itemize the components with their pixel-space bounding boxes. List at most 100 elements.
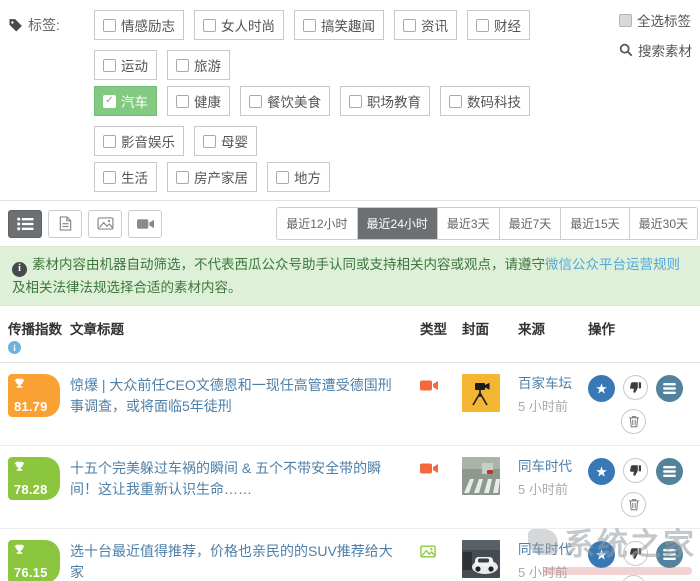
tag-label: 房产家居: [194, 171, 248, 186]
tag-button[interactable]: 财经: [467, 10, 530, 40]
source-link[interactable]: 同车时代: [518, 541, 584, 559]
checkbox-icon: [249, 94, 262, 108]
tag-button[interactable]: 地方: [267, 162, 330, 192]
video-type-icon: [420, 379, 438, 396]
spread-index-value: 81.79: [14, 399, 48, 415]
tag-label: 搞笑趣闻: [321, 19, 375, 34]
delete-button[interactable]: [621, 409, 646, 435]
checkbox-icon: [476, 18, 489, 32]
cover-thumbnail[interactable]: [462, 540, 518, 579]
detail-button[interactable]: [656, 458, 683, 486]
source-link[interactable]: 百家车坛: [518, 375, 584, 393]
checkbox-icon: [103, 170, 116, 184]
tag-button[interactable]: 运动: [94, 50, 157, 80]
time-filter-button[interactable]: 最近30天: [628, 208, 697, 239]
dislike-button[interactable]: [623, 458, 648, 484]
tag-button[interactable]: 旅游: [167, 50, 230, 80]
table-header: 传播指数 i 文章标题 类型 封面 来源 操作: [0, 306, 700, 364]
spread-index-info-icon[interactable]: i: [8, 341, 21, 355]
select-all-label: 全选标签: [637, 14, 691, 29]
spread-index-cell: 76.15: [8, 540, 70, 581]
spread-index-cell: 78.28: [8, 457, 70, 501]
article-view-button[interactable]: [48, 209, 82, 238]
view-mode-group: [8, 209, 162, 238]
tag-button[interactable]: 生活: [94, 162, 157, 192]
tag-button[interactable]: 情感励志: [94, 10, 184, 40]
delete-button[interactable]: [621, 575, 646, 581]
favorite-button[interactable]: ★: [588, 375, 615, 403]
video-type-icon: [420, 462, 438, 479]
checkbox-icon: [103, 134, 116, 148]
article-title-link[interactable]: 选十台最近值得推荐，价格也亲民的的SUV推荐给大家: [70, 543, 393, 580]
checkbox-icon: [303, 18, 316, 32]
row-actions: ★: [588, 374, 688, 435]
tags-label-text: 标签:: [28, 17, 60, 33]
detail-button[interactable]: [656, 375, 683, 403]
image-view-button[interactable]: [88, 209, 122, 238]
source-link[interactable]: 同车时代: [518, 458, 584, 476]
tag-label: 数码科技: [467, 95, 521, 110]
header-action: 操作: [588, 322, 615, 338]
platform-rules-link[interactable]: 微信公众平台运营规则: [545, 257, 680, 272]
material-library-page: 标签: 情感励志 女人时尚 搞笑趣闻 资讯 财经运动 旅游 ✓ 汽车 健康 餐饮美食 职场教育 数码科…: [0, 0, 700, 581]
detail-button[interactable]: [656, 541, 683, 569]
tag-label: 情感励志: [121, 19, 175, 34]
list-view-button[interactable]: [8, 209, 42, 238]
tag-button[interactable]: 母婴: [194, 126, 257, 156]
tag-label: 职场教育: [367, 95, 421, 110]
checkbox-icon: [203, 134, 216, 148]
tags-filter-panel: 标签: 情感励志 女人时尚 搞笑趣闻 资讯 财经运动 旅游 ✓ 汽车 健康 餐饮美食 职场教育 数码科…: [0, 0, 700, 201]
video-view-button[interactable]: [128, 209, 162, 238]
checkbox-icon: [619, 13, 632, 27]
checkbox-icon: [176, 58, 189, 72]
spread-index-badge: 78.28: [8, 457, 60, 501]
table-row: 81.79 惊爆 | 大众前任CEO文德恩和一现任高管遭受德国刑事调查，或将面临5…: [0, 363, 700, 447]
row-actions: ★: [588, 457, 688, 518]
tag-label: 地方: [294, 171, 321, 186]
publish-time: 5 小时前: [518, 482, 568, 498]
header-spread-index: 传播指数 i: [8, 322, 62, 355]
favorite-button[interactable]: ★: [588, 541, 615, 569]
cover-thumbnail[interactable]: [462, 374, 518, 413]
tag-label: 汽车: [121, 95, 148, 110]
checkbox-icon: [176, 170, 189, 184]
header-type: 类型: [420, 322, 447, 338]
article-title-link[interactable]: 惊爆 | 大众前任CEO文德恩和一现任高管遭受德国刑事调查，或将面临5年徒刑: [70, 377, 392, 414]
info-icon: i: [12, 261, 27, 277]
time-filter-button[interactable]: 最近24小时: [356, 208, 437, 239]
time-filter-button[interactable]: 最近12小时: [277, 208, 357, 239]
notice-text-before: 素材内容由机器自动筛选，不代表西瓜公众号助手认同或支持相关内容或观点，请遵守: [32, 257, 545, 272]
tag-button[interactable]: 影音娱乐: [94, 126, 184, 156]
notice-text-after: 及相关法律法规选择合适的素材内容。: [12, 279, 242, 295]
delete-button[interactable]: [621, 492, 646, 518]
search-material[interactable]: 搜索素材: [619, 40, 692, 60]
tag-button[interactable]: 女人时尚: [194, 10, 284, 40]
checkbox-icon: [176, 94, 189, 108]
tag-button[interactable]: 数码科技: [440, 86, 530, 116]
dislike-button[interactable]: [623, 541, 648, 567]
tag-button[interactable]: 健康: [167, 86, 230, 116]
tag-button[interactable]: 餐饮美食: [240, 86, 330, 116]
dislike-button[interactable]: [623, 375, 648, 401]
tag-row: 情感励志 女人时尚 搞笑趣闻 资讯 财经运动 旅游: [94, 10, 602, 80]
time-filter-button[interactable]: 最近3天: [436, 208, 499, 239]
spread-index-badge: 81.79: [8, 374, 60, 418]
tag-button[interactable]: 资讯: [394, 10, 457, 40]
article-title-link[interactable]: 十五个完美躲过车祸的瞬间 & 五个不带安全带的瞬间！这让我重新认识生命……: [70, 460, 381, 497]
favorite-button[interactable]: ★: [588, 458, 615, 486]
search-icon: [619, 43, 633, 57]
time-filter-button[interactable]: 最近15天: [560, 208, 629, 239]
tag-label: 健康: [194, 95, 221, 110]
tag-button[interactable]: 搞笑趣闻: [294, 10, 384, 40]
select-all-tags[interactable]: 全选标签: [619, 10, 692, 30]
cover-thumbnail[interactable]: [462, 457, 518, 496]
checkbox-icon: ✓: [103, 94, 116, 108]
tag-button[interactable]: 房产家居: [167, 162, 257, 192]
header-title: 文章标题: [70, 322, 124, 338]
tag-button[interactable]: ✓ 汽车: [94, 86, 157, 116]
checkbox-icon: [203, 18, 216, 32]
time-filter-group: 最近12小时 最近24小时 最近3天 最近7天 最近15天 最近30天: [276, 207, 698, 240]
time-filter-button[interactable]: 最近7天: [498, 208, 561, 239]
tag-button[interactable]: 职场教育: [340, 86, 430, 116]
notice-banner: i 素材内容由机器自动筛选，不代表西瓜公众号助手认同或支持相关内容或观点，请遵守微…: [0, 246, 700, 307]
